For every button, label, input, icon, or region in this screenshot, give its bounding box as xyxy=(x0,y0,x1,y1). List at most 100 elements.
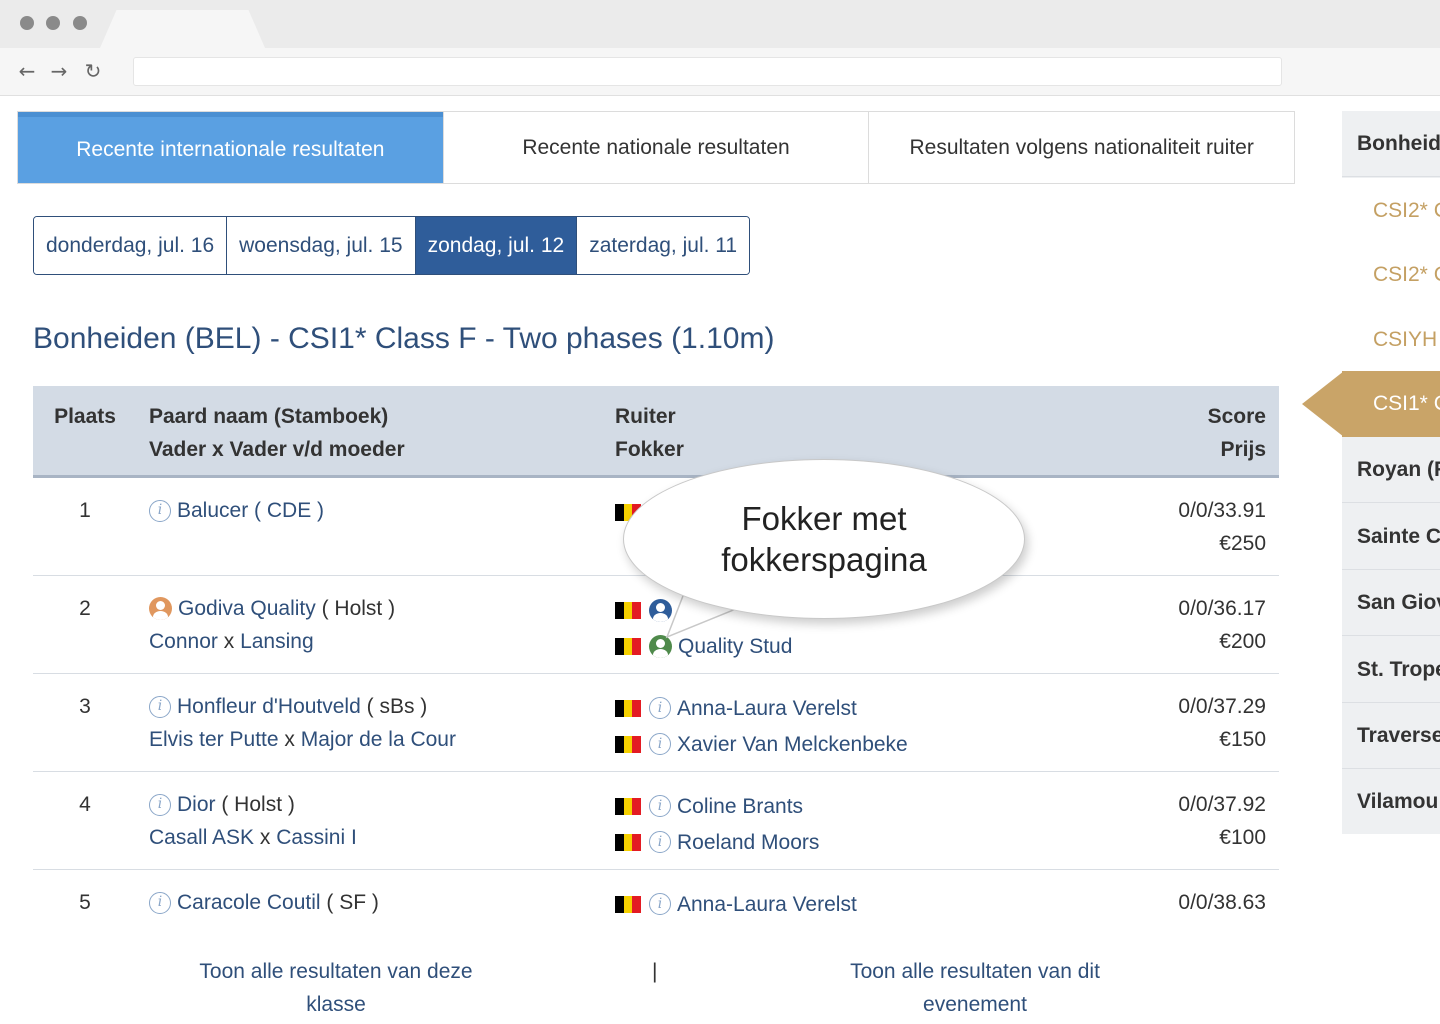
window-minimize-icon[interactable] xyxy=(46,16,60,30)
horse-link[interactable]: Balucer xyxy=(177,494,248,527)
info-icon[interactable]: i xyxy=(649,795,671,817)
tab-national-results[interactable]: Recente nationale resultaten xyxy=(442,112,869,183)
sire-link[interactable]: Casall ASK xyxy=(149,821,254,854)
horse-cell: Godiva Quality ( Holst ) Connor x Lansin… xyxy=(149,592,395,658)
date-selector: donderdag, jul. 16 woensdag, jul. 15 zon… xyxy=(33,216,751,275)
header-place: Plaats xyxy=(54,405,116,428)
score: 0/0/38.63 xyxy=(1178,891,1266,914)
score-cell: 0/0/38.63 xyxy=(1178,886,1266,919)
info-icon[interactable]: i xyxy=(649,697,671,719)
horse-link[interactable]: Dior xyxy=(177,788,216,821)
table-row: 4 i Dior ( Holst ) Casall ASK x Cassini … xyxy=(33,772,1279,870)
dam-sire-link[interactable]: Cassini I xyxy=(276,821,357,854)
link-text: Toon alle resultaten van deze xyxy=(199,960,473,983)
score: 0/0/36.17 xyxy=(1178,597,1266,620)
score-cell: 0/0/33.91 €250 xyxy=(1178,494,1266,560)
reload-icon[interactable]: ↻ xyxy=(81,58,105,84)
info-icon[interactable]: i xyxy=(149,891,171,914)
horse-owner-user-icon[interactable] xyxy=(149,597,172,620)
footer-separator: | xyxy=(652,960,658,983)
browser-toolbar: ← → ↻ xyxy=(0,48,1440,96)
sidebar-item-class[interactable]: CSI2* C xyxy=(1342,178,1440,244)
rider-link[interactable]: Anna-Laura Verelst xyxy=(677,888,857,921)
sidebar-item-class[interactable]: CSI2* C xyxy=(1342,242,1440,308)
dam-sire-link[interactable]: Major de la Cour xyxy=(301,723,456,756)
header-score: Score xyxy=(1207,405,1266,428)
rider-cell: i Anna-Laura Verelst i Xavier Van Melcke… xyxy=(615,690,908,762)
date-button-jul-15[interactable]: woensdag, jul. 15 xyxy=(226,217,415,274)
info-icon[interactable]: i xyxy=(149,695,171,718)
belgium-flag-icon xyxy=(615,601,642,619)
results-table: Plaats Paard naam (Stamboek) Vader x Vad… xyxy=(33,386,1279,923)
sidebar-item-event[interactable]: Bonheid xyxy=(1342,111,1440,177)
back-icon[interactable]: ← xyxy=(15,58,39,84)
tab-international-results[interactable]: Recente internationale resultaten xyxy=(18,112,443,183)
horse-link[interactable]: Godiva Quality xyxy=(178,592,316,625)
sidebar-item-class-selected[interactable]: CSI1* C xyxy=(1342,371,1440,437)
address-bar[interactable] xyxy=(133,57,1282,86)
info-icon[interactable]: i xyxy=(649,733,671,755)
cross-separator: x xyxy=(259,826,271,849)
show-all-event-results-link[interactable]: Toon alle resultaten van dit evenement xyxy=(815,955,1135,1021)
sidebar-item-event[interactable]: Traverse xyxy=(1342,703,1440,769)
tab-results-by-nationality[interactable]: Resultaten volgens nationaliteit ruiter xyxy=(868,112,1295,183)
callout-bubble: Fokker met fokkerspagina xyxy=(623,459,1025,619)
cross-separator: x xyxy=(284,728,295,751)
sidebar-item-event[interactable]: St. Trope xyxy=(1342,637,1440,703)
forward-icon[interactable]: → xyxy=(47,58,71,84)
callout-line-1: Fokker met xyxy=(741,500,907,537)
header-horse: Paard naam (Stamboek) xyxy=(149,405,389,428)
row-place: 5 xyxy=(79,891,91,914)
belgium-flag-icon xyxy=(615,833,642,851)
sidebar-item-event[interactable]: Royan (F xyxy=(1342,437,1440,503)
rider-link[interactable]: Anna-Laura Verelst xyxy=(677,692,857,725)
horse-cell: i Honfleur d'Houtveld ( sBs ) Elvis ter … xyxy=(149,690,456,756)
prize: €100 xyxy=(1219,826,1266,849)
table-header: Plaats Paard naam (Stamboek) Vader x Vad… xyxy=(33,386,1279,478)
score-cell: 0/0/36.17 €200 xyxy=(1178,592,1266,658)
rider-cell: i Coline Brants i Roeland Moors xyxy=(615,788,819,860)
header-pedigree: Vader x Vader v/d moeder xyxy=(149,438,405,461)
sidebar-item-event[interactable]: Vilamou xyxy=(1342,769,1440,834)
window-maximize-icon[interactable] xyxy=(73,16,87,30)
sidebar-item-class[interactable]: CSIYH xyxy=(1342,307,1440,373)
studbook: ( SF ) xyxy=(326,891,379,914)
studbook: ( Holst ) xyxy=(221,793,295,816)
row-place: 3 xyxy=(79,695,91,718)
rider-cell: i Anna-Laura Verelst xyxy=(615,886,857,922)
belgium-flag-icon xyxy=(615,699,642,717)
sidebar-item-event[interactable]: San Giov xyxy=(1342,570,1440,636)
show-all-class-results-link[interactable]: Toon alle resultaten van deze klasse xyxy=(176,955,496,1021)
info-icon[interactable]: i xyxy=(649,831,671,853)
belgium-flag-icon xyxy=(615,895,642,913)
sidebar-item-event[interactable]: Sainte C xyxy=(1342,504,1440,570)
sire-link[interactable]: Connor xyxy=(149,625,218,658)
rider-link[interactable]: Coline Brants xyxy=(677,790,803,823)
link-text: klasse xyxy=(306,993,366,1016)
breeder-link[interactable]: Xavier Van Melckenbeke xyxy=(677,728,908,761)
browser-tab-strip xyxy=(0,0,1440,48)
date-button-jul-12[interactable]: zondag, jul. 12 xyxy=(414,217,577,274)
studbook: ( CDE ) xyxy=(254,499,325,522)
row-place: 1 xyxy=(79,499,91,522)
browser-tab[interactable] xyxy=(100,10,265,48)
sire-link[interactable]: Elvis ter Putte xyxy=(149,723,279,756)
belgium-flag-icon xyxy=(615,637,642,655)
date-button-jul-16[interactable]: donderdag, jul. 16 xyxy=(34,217,227,274)
table-row: 5 i Caracole Coutil ( SF ) i Anna-Laura … xyxy=(33,870,1279,923)
breeder-link[interactable]: Roeland Moors xyxy=(677,826,819,859)
info-icon[interactable]: i xyxy=(649,893,671,915)
window-close-icon[interactable] xyxy=(20,16,34,30)
belgium-flag-icon xyxy=(615,735,642,753)
link-text: evenement xyxy=(923,993,1027,1016)
horse-link[interactable]: Caracole Coutil xyxy=(177,886,321,919)
dam-sire-link[interactable]: Lansing xyxy=(240,625,314,658)
horse-link[interactable]: Honfleur d'Houtveld xyxy=(177,690,361,723)
date-button-jul-11[interactable]: zaterdag, jul. 11 xyxy=(576,217,750,274)
horse-cell: i Dior ( Holst ) Casall ASK x Cassini I xyxy=(149,788,357,854)
callout-line-2: fokkerspagina xyxy=(721,541,927,578)
info-icon[interactable]: i xyxy=(149,499,171,522)
belgium-flag-icon xyxy=(615,797,642,815)
cross-separator: x xyxy=(223,630,235,653)
info-icon[interactable]: i xyxy=(149,793,171,816)
